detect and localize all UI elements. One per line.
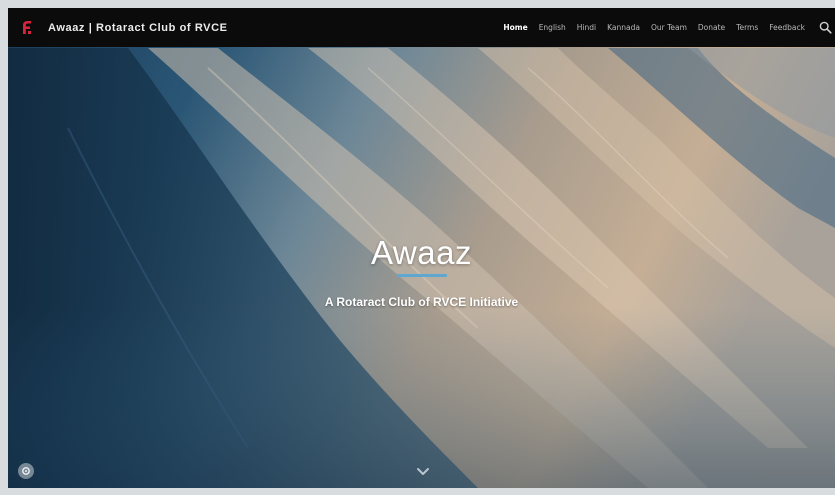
nav-item-terms[interactable]: Terms bbox=[736, 23, 758, 32]
nav-item-hindi[interactable]: Hindi bbox=[577, 23, 596, 32]
hero-subtitle: A Rotaract Club of RVCE Initiative bbox=[324, 295, 519, 309]
search-icon[interactable] bbox=[819, 21, 832, 34]
nav-item-our-team[interactable]: Our Team bbox=[651, 23, 687, 32]
main-nav: Home English Hindi Kannada Our Team Dona… bbox=[503, 8, 805, 47]
nav-item-home[interactable]: Home bbox=[503, 23, 527, 32]
browser-viewport: Awaaz | Rotaract Club of RVCE Home Engli… bbox=[8, 8, 835, 488]
settings-icon[interactable] bbox=[18, 463, 34, 479]
top-navigation-bar: Awaaz | Rotaract Club of RVCE Home Engli… bbox=[8, 8, 835, 47]
hero-title: Awaaz bbox=[371, 234, 472, 271]
nav-item-feedback[interactable]: Feedback bbox=[769, 23, 805, 32]
rotaract-logo-icon[interactable] bbox=[20, 20, 34, 36]
chevron-down-icon[interactable] bbox=[416, 464, 430, 475]
site-title[interactable]: Awaaz | Rotaract Club of RVCE bbox=[48, 22, 228, 34]
nav-item-kannada[interactable]: Kannada bbox=[607, 23, 640, 32]
nav-item-donate[interactable]: Donate bbox=[698, 23, 725, 32]
nav-item-english[interactable]: English bbox=[539, 23, 566, 32]
hero-title-underline bbox=[397, 274, 447, 277]
